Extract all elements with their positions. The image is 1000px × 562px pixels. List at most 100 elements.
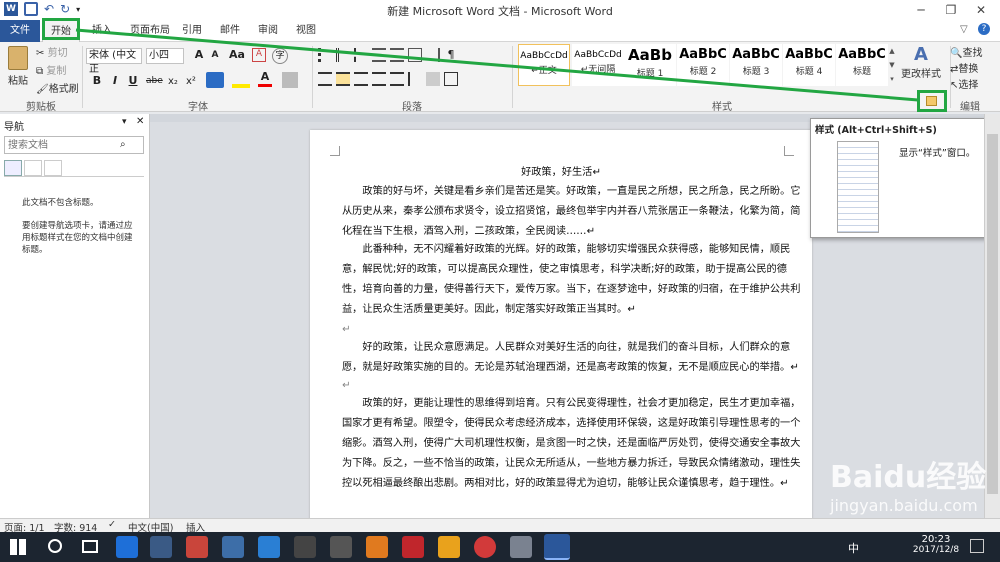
- styles-scroll[interactable]: ▲ ▼ ▾: [887, 44, 897, 88]
- style-title[interactable]: AaBbC 标题: [836, 44, 888, 86]
- font-color-button[interactable]: A: [258, 70, 272, 87]
- style-heading-1[interactable]: AaBb 标题 1: [624, 44, 676, 86]
- char-shading-icon[interactable]: [282, 72, 298, 88]
- doc-heading: 好政策，好生活↵: [521, 167, 601, 178]
- minimize-button[interactable]: ─: [906, 0, 936, 20]
- format-painter-button[interactable]: 🖌格式刷: [36, 80, 79, 95]
- watermark-url: jingyan.baidu.com: [830, 496, 978, 515]
- font-group-label: 字体: [188, 102, 208, 113]
- tab-review[interactable]: 审阅: [250, 20, 286, 42]
- sort-icon[interactable]: [426, 48, 440, 62]
- tab-insert[interactable]: 插入: [84, 20, 120, 42]
- ime-indicator[interactable]: 中: [848, 540, 859, 556]
- editing-group-label: 编辑: [960, 102, 980, 113]
- style-no-spacing[interactable]: AaBbCcDd ↵无间隔: [572, 44, 624, 86]
- style-heading-3[interactable]: AaBbC 标题 3: [730, 44, 782, 86]
- app-icon[interactable]: [258, 536, 280, 558]
- calculator-icon[interactable]: [330, 536, 352, 558]
- help-icon[interactable]: ?: [978, 23, 990, 35]
- numbering-icon[interactable]: [336, 48, 350, 62]
- pdf-icon[interactable]: [402, 536, 424, 558]
- strikethrough-button[interactable]: abe: [146, 76, 163, 86]
- close-button[interactable]: ✕: [966, 0, 996, 20]
- shrink-font-button[interactable]: A: [208, 50, 222, 60]
- tab-mailings[interactable]: 邮件: [212, 20, 248, 42]
- store-icon[interactable]: [150, 536, 172, 558]
- bold-button[interactable]: B: [90, 74, 104, 87]
- superscript-button[interactable]: x²: [186, 76, 196, 87]
- scroll-thumb[interactable]: [987, 134, 998, 494]
- pages-view-icon[interactable]: [24, 160, 42, 176]
- app-icon[interactable]: [186, 536, 208, 558]
- enclose-char-button[interactable]: 字: [272, 48, 288, 64]
- tab-file[interactable]: 文件: [0, 20, 40, 42]
- app-icon[interactable]: [294, 536, 316, 558]
- start-icon[interactable]: [10, 539, 26, 555]
- multilevel-list-icon[interactable]: [354, 48, 368, 62]
- text-effects-icon[interactable]: [206, 72, 224, 88]
- italic-button[interactable]: I: [108, 74, 122, 87]
- clock[interactable]: 20:23 2017/12/8: [912, 534, 960, 555]
- show-marks-icon[interactable]: ¶: [444, 48, 458, 62]
- results-view-icon[interactable]: [44, 160, 62, 176]
- grow-font-button[interactable]: A: [192, 48, 206, 61]
- select-button[interactable]: ↖选择: [950, 76, 978, 91]
- align-left-icon[interactable]: [318, 72, 332, 86]
- vertical-scrollbar[interactable]: [984, 114, 1000, 518]
- replace-button[interactable]: ⇄替换: [950, 60, 978, 75]
- cut-button[interactable]: ✂ 剪切: [36, 44, 68, 59]
- styles-window-preview: [837, 141, 879, 233]
- find-button[interactable]: 🔍查找: [950, 44, 982, 59]
- decrease-indent-icon[interactable]: [372, 48, 386, 62]
- cortana-icon[interactable]: [48, 539, 62, 553]
- app-icon[interactable]: [222, 536, 244, 558]
- align-center-icon[interactable]: [336, 72, 350, 86]
- app-icon[interactable]: [474, 536, 496, 558]
- borders-icon[interactable]: [444, 72, 458, 86]
- tab-view[interactable]: 视图: [288, 20, 324, 42]
- maximize-button[interactable]: ❐: [936, 0, 966, 20]
- tab-references[interactable]: 引用: [174, 20, 210, 42]
- copy-button[interactable]: ⧉ 复制: [36, 62, 66, 77]
- font-size-combo[interactable]: 小四: [146, 48, 184, 64]
- task-view-icon[interactable]: [82, 540, 98, 553]
- align-right-icon[interactable]: [354, 72, 368, 86]
- ribbon-collapse-icon[interactable]: ▽: [960, 24, 968, 35]
- title-bar: W ↶ ↻ ▾ 新建 Microsoft Word 文档 - Microsoft…: [0, 0, 1000, 20]
- clear-format-icon[interactable]: A: [252, 48, 266, 62]
- nav-view-tabs: [4, 160, 62, 176]
- highlight-icon[interactable]: [232, 72, 250, 88]
- change-case-button[interactable]: Aa: [228, 48, 246, 61]
- font-family-combo[interactable]: 宋体 (中文正: [86, 48, 142, 75]
- search-icon[interactable]: ⌕: [120, 139, 126, 150]
- document-page[interactable]: 好政策，好生活↵ 政策的好与坏，关键是看乡亲们是苦还是笑。好政策，一直是民之所想…: [310, 130, 812, 520]
- chinese-layout-icon[interactable]: [408, 48, 422, 62]
- bullets-icon[interactable]: [318, 48, 332, 62]
- app-icon[interactable]: [510, 536, 532, 558]
- style-normal[interactable]: AaBbCcDd ↵正文: [518, 44, 570, 86]
- paste-button[interactable]: 粘贴: [4, 44, 32, 96]
- justify-icon[interactable]: [372, 72, 386, 86]
- nav-menu-icon[interactable]: ▾: [122, 117, 127, 127]
- app-icon[interactable]: [366, 536, 388, 558]
- style-heading-4[interactable]: AaBbC 标题 4: [783, 44, 835, 86]
- style-heading-2[interactable]: AaBbC 标题 2: [677, 44, 729, 86]
- proofing-icon[interactable]: ✓: [108, 519, 116, 530]
- doc-paragraph: 此番种种，无不闪耀着好政策的光辉。好的政策，能够切实增强民众获得感，能够知民情，…: [342, 244, 801, 315]
- increase-indent-icon[interactable]: [390, 48, 404, 62]
- headings-view-icon[interactable]: [4, 160, 22, 176]
- styles-group-label: 样式: [712, 102, 732, 113]
- underline-button[interactable]: U: [126, 74, 140, 87]
- distributed-icon[interactable]: [390, 72, 404, 86]
- paint-icon[interactable]: [438, 536, 460, 558]
- styles-dialog-launcher[interactable]: [926, 96, 937, 106]
- change-styles-button[interactable]: A 更改样式: [898, 44, 944, 80]
- line-spacing-icon[interactable]: [408, 72, 422, 86]
- notification-icon[interactable]: [970, 539, 984, 553]
- nav-close-icon[interactable]: ✕: [136, 116, 144, 127]
- tab-page-layout[interactable]: 页面布局: [122, 20, 178, 42]
- edge-icon[interactable]: [116, 536, 138, 558]
- subscript-button[interactable]: x₂: [168, 76, 178, 87]
- shading-icon[interactable]: [426, 72, 440, 86]
- word-taskbar-icon[interactable]: [544, 534, 570, 560]
